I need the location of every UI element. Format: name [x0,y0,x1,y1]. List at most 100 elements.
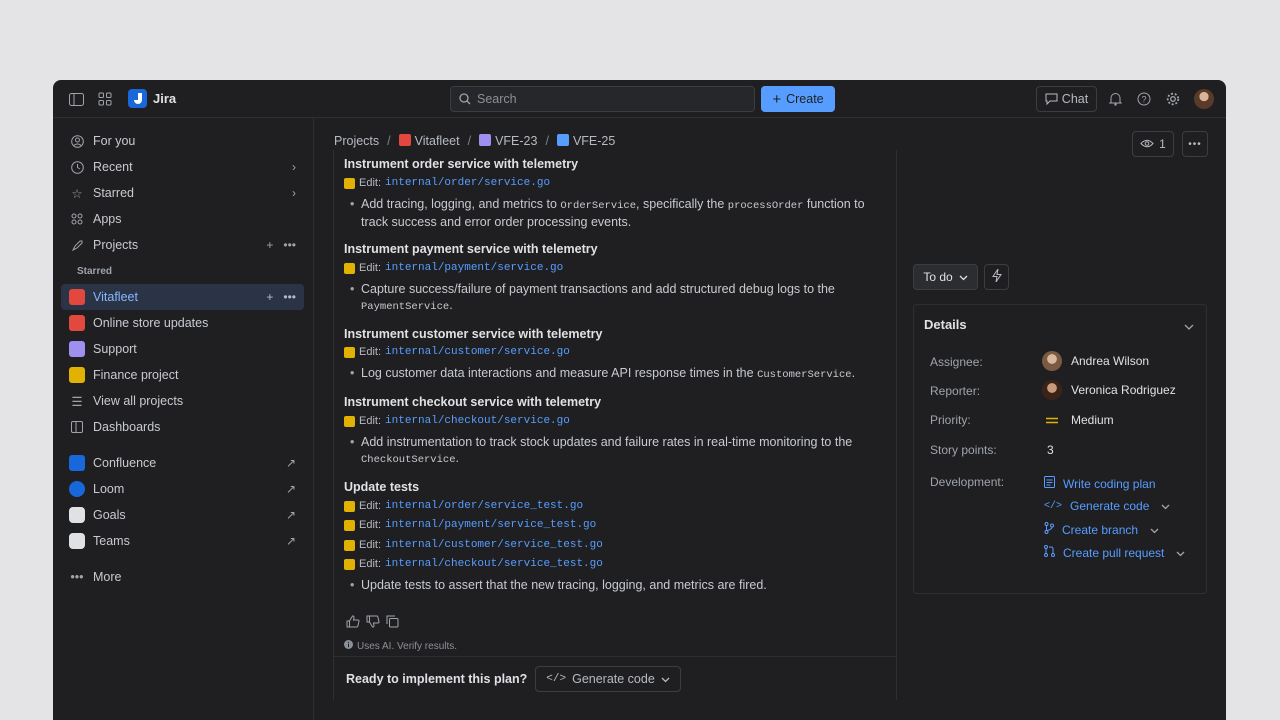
details-panel: Details Assignee: Andrea Wilson Reporter… [913,304,1207,594]
thumbs-down-icon[interactable] [366,615,380,631]
create-button[interactable]: + Create [761,86,835,112]
priority-field[interactable]: Medium [1042,413,1114,427]
app-name[interactable]: Jira [153,91,176,106]
write-coding-plan-link[interactable]: Write coding plan [1044,476,1156,491]
goals-logo-icon [69,507,85,523]
add-icon[interactable]: + [266,290,273,304]
sidebar-item-starred[interactable]: ☆ Starred › [61,180,304,206]
story-points-value[interactable]: 3 [1047,443,1054,457]
edit-prefix: Edit: [359,539,382,551]
priority-value: Medium [1071,413,1114,427]
plan-section-title: Instrument customer service with telemet… [344,327,603,341]
chevron-down-icon[interactable] [1184,319,1194,333]
file-link[interactable]: internal/checkout/service.go [385,415,570,427]
branch-icon [1044,522,1054,537]
apps-grid-icon [69,211,85,227]
code-icon: </> [546,672,567,685]
file-link[interactable]: internal/customer/service_test.go [385,539,603,551]
file-link[interactable]: internal/order/service_test.go [385,500,583,512]
automation-button[interactable] [984,264,1009,290]
sidebar-item-label: Confluence [93,456,157,470]
breadcrumb-epic[interactable]: VFE-23 [479,134,537,148]
reporter-field[interactable]: Veronica Rodriguez [1042,380,1176,400]
more-options-icon[interactable]: ••• [283,290,296,304]
chat-button[interactable]: Chat [1036,86,1097,112]
sidebar-item-goals[interactable]: Goals ↗ [61,502,304,528]
epic-icon [479,134,492,146]
sidebar-item-teams[interactable]: Teams ↗ [61,528,304,554]
sidebar-toggle-icon[interactable] [67,90,85,108]
teams-logo-icon [69,533,85,549]
vitafleet-project-icon [398,134,411,146]
sidebar-item-loom[interactable]: Loom ↗ [61,476,304,502]
assignee-field[interactable]: Andrea Wilson [1042,351,1149,371]
sidebar-item-view-all[interactable]: ☰ View all projects [61,388,304,414]
info-icon [344,640,353,652]
breadcrumb-issue[interactable]: VFE-25 [556,134,615,148]
breadcrumb-separator: / [545,134,549,148]
sidebar-item-support[interactable]: Support [61,336,304,362]
assignee-label: Assignee: [930,355,983,369]
edit-prefix: Edit: [359,500,382,512]
watch-button[interactable]: 1 [1132,131,1174,157]
support-project-icon [69,341,85,357]
sidebar-item-projects[interactable]: Projects + ••• [61,232,304,258]
ai-disclaimer: Uses AI. Verify results. [344,640,457,652]
file-link[interactable]: internal/payment/service.go [385,262,563,274]
reporter-avatar [1042,380,1062,400]
edit-prefix: Edit: [359,519,382,531]
create-branch-link[interactable]: Create branch [1044,522,1159,537]
breadcrumb-project[interactable]: Vitafleet [398,134,460,148]
file-link[interactable]: internal/order/service.go [385,177,550,189]
generate-code-button[interactable]: </> Generate code [535,665,681,692]
sidebar-item-vitafleet[interactable]: Vitafleet + ••• [61,284,304,310]
edit-icon [344,415,355,427]
sidebar-item-online-store[interactable]: Online store updates [61,310,304,336]
chevron-right-icon: › [292,186,296,200]
file-link[interactable]: internal/checkout/service_test.go [385,558,603,570]
add-project-icon[interactable]: + [266,238,273,252]
chevron-down-icon [959,270,968,284]
notifications-bell-icon[interactable] [1106,90,1124,108]
feedback-bar [346,615,399,631]
settings-gear-icon[interactable] [1164,90,1182,108]
sidebar-item-finance[interactable]: Finance project [61,362,304,388]
more-actions-button[interactable]: ••• [1182,131,1208,157]
sidebar-item-label: More [93,570,122,584]
external-link-icon: ↗ [285,534,296,548]
sidebar-item-label: Goals [93,508,126,522]
plan-bullet: Add tracing, logging, and metrics to Ord… [350,196,880,230]
plan-bullet: Update tests to assert that the new trac… [350,577,880,593]
user-avatar[interactable] [1194,89,1214,109]
sidebar-item-dashboards[interactable]: Dashboards [61,414,304,440]
reporter-name: Veronica Rodriguez [1071,383,1176,397]
help-icon[interactable]: ? [1135,90,1153,108]
app-switcher-icon[interactable] [96,90,114,108]
sidebar-item-confluence[interactable]: Confluence ↗ [61,450,304,476]
breadcrumb-projects[interactable]: Projects [334,134,379,148]
details-title[interactable]: Details [924,317,967,332]
starred-section-label: Starred [77,266,113,277]
sidebar-item-recent[interactable]: Recent › [61,154,304,180]
status-dropdown[interactable]: To do [913,264,978,290]
vitafleet-project-icon [69,289,85,305]
generate-code-label: Generate code [572,671,655,686]
create-pull-request-link[interactable]: Create pull request [1044,545,1185,560]
search-input[interactable]: Search [450,86,755,112]
file-link[interactable]: internal/payment/service_test.go [385,519,596,531]
file-link[interactable]: internal/customer/service.go [385,346,570,358]
file-edit: Edit: internal/payment/service.go [344,262,563,274]
sidebar-item-apps[interactable]: Apps [61,206,304,232]
copy-icon[interactable] [386,615,399,631]
sidebar-item-for-you[interactable]: For you [61,128,304,154]
jira-logo-icon[interactable] [128,89,147,108]
generate-code-link[interactable]: </> Generate code [1044,499,1170,513]
chat-label: Chat [1061,92,1089,106]
edit-prefix: Edit: [359,415,382,427]
more-options-icon[interactable]: ••• [283,238,296,252]
edit-icon [344,558,355,570]
plan-bullet: Capture success/failure of payment trans… [350,281,880,315]
sidebar-item-more[interactable]: ••• More [61,564,304,590]
breadcrumb-separator: / [467,134,472,148]
thumbs-up-icon[interactable] [346,615,360,631]
